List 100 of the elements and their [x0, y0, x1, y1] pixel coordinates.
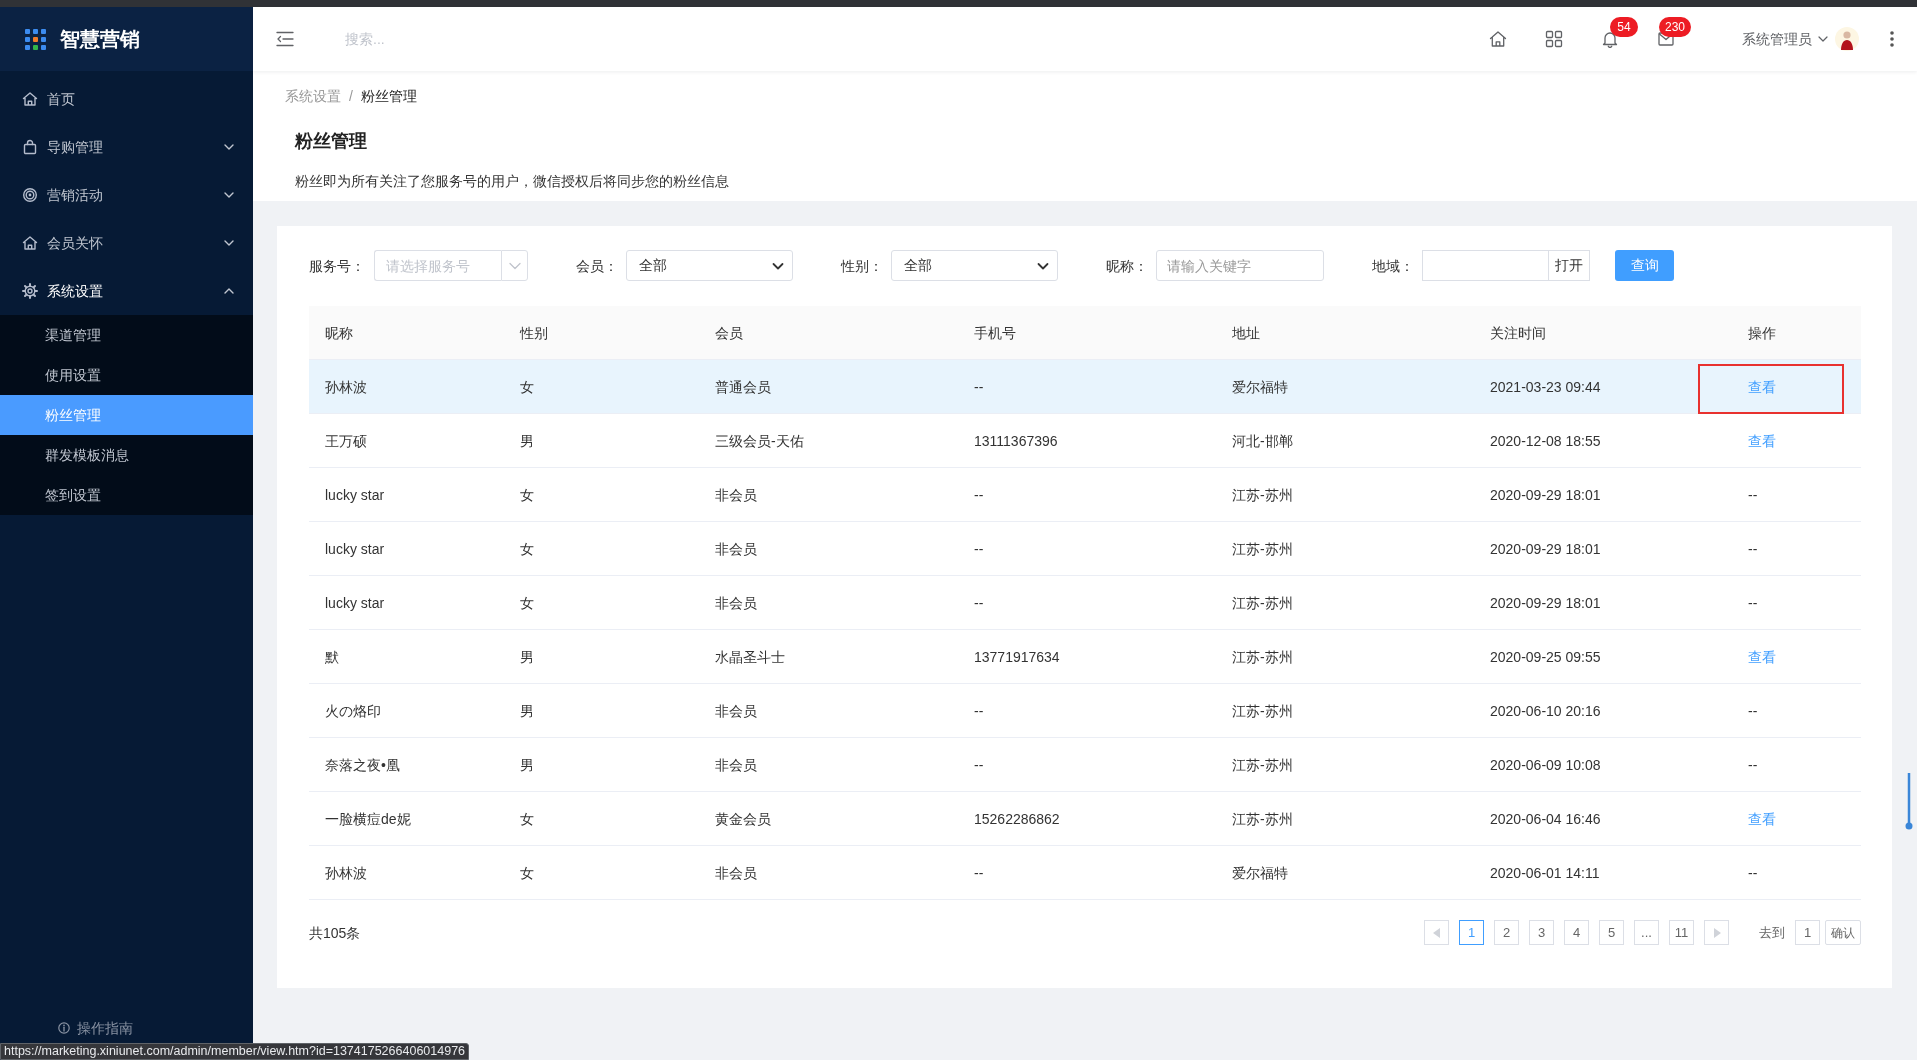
page-button[interactable]: 11: [1669, 920, 1694, 945]
table-cell-text: 非会员: [715, 701, 757, 721]
submenu-item[interactable]: 使用设置: [0, 355, 253, 395]
dropdown-field[interactable]: 全部: [891, 250, 1058, 281]
grid-icon[interactable]: [1545, 30, 1563, 48]
user-name[interactable]: 系统管理员: [1742, 29, 1812, 49]
table-cell-text: --: [974, 701, 984, 721]
column-header: 操作: [1748, 323, 1776, 343]
table-cell-text: --: [1748, 593, 1758, 613]
page-button[interactable]: ...: [1634, 920, 1659, 945]
table-cell-text: 女: [520, 485, 534, 505]
column-header: 昵称: [325, 323, 353, 343]
table-cell-text: --: [974, 755, 984, 775]
submenu-item[interactable]: 群发模板消息: [0, 435, 253, 475]
table-cell-text: 爱尔福特: [1232, 863, 1288, 883]
menu-fold-icon[interactable]: [276, 30, 294, 48]
search-field[interactable]: 搜索...: [345, 24, 565, 54]
message-badge: 230: [1659, 17, 1692, 37]
page-button[interactable]: 2: [1494, 920, 1519, 945]
table-cell-text: 默: [325, 647, 339, 667]
table-cell-text: 江苏-苏州: [1232, 539, 1293, 559]
table-cell-text: 男: [520, 431, 534, 451]
keyword-field[interactable]: 请输入关键字: [1156, 250, 1324, 281]
confirm-button[interactable]: 确认: [1825, 920, 1861, 945]
dropdown-toggle[interactable]: [501, 250, 528, 281]
filter-label: 地域：: [1372, 256, 1415, 276]
gear-icon: [22, 283, 38, 299]
menu-item[interactable]: 首页: [0, 75, 253, 123]
table-cell-text: 2020-06-09 10:08: [1490, 755, 1601, 775]
region-field[interactable]: [1422, 250, 1549, 281]
table-cell-text: 2020-09-25 09:55: [1490, 647, 1601, 667]
bell-icon[interactable]: [1601, 30, 1619, 48]
table-cell-text: lucky star: [325, 539, 385, 559]
table-cell-text: 一脸横痘de妮: [325, 809, 411, 829]
submenu-item[interactable]: 渠道管理: [0, 315, 253, 355]
table-cell-text: 2020-06-04 16:46: [1490, 809, 1601, 829]
table-cell-text: lucky star: [325, 593, 385, 613]
table-cell-text: --: [1748, 485, 1758, 505]
page-button[interactable]: 4: [1564, 920, 1589, 945]
table-cell-text: 非会员: [715, 593, 757, 613]
table-cell-text: 水晶圣斗士: [715, 647, 785, 667]
table-cell-text: 女: [520, 377, 534, 397]
page-button[interactable]: 3: [1529, 920, 1554, 945]
menu-item[interactable]: 系统设置: [0, 267, 253, 315]
table-cell-text: 非会员: [715, 485, 757, 505]
avatar-icon[interactable]: [1835, 27, 1859, 51]
table-cell-text: 女: [520, 593, 534, 613]
table-cell-text: --: [974, 863, 984, 883]
table-cell-text: 江苏-苏州: [1232, 593, 1293, 613]
breadcrumb-current: 粉丝管理: [360, 87, 417, 106]
table-cell-text: 2020-09-29 18:01: [1490, 539, 1601, 559]
table-cell-text: 黄金会员: [715, 809, 771, 829]
column-header: 手机号: [974, 323, 1016, 343]
table-cell-text: 火の烙印: [325, 701, 381, 721]
table-cell-text: 江苏-苏州: [1232, 809, 1293, 829]
table-cell-text: lucky star: [325, 485, 385, 505]
column-header: 会员: [715, 323, 743, 343]
table-cell-text: --: [974, 485, 984, 505]
triangle-left-icon: [1432, 927, 1441, 938]
table-cell-text: 13111367396: [974, 431, 1058, 451]
page-jump-field[interactable]: 1: [1795, 920, 1820, 945]
breadcrumb-separator: /: [349, 87, 353, 106]
service-field[interactable]: 请选择服务号: [374, 250, 501, 281]
table-cell-text: 孙林波: [325, 377, 367, 397]
table-cell-text: 13771917634: [974, 647, 1060, 667]
open-button[interactable]: 打开: [1549, 250, 1590, 281]
home-icon[interactable]: [1489, 30, 1507, 48]
table-cell-text: --: [1748, 755, 1758, 775]
menu-item[interactable]: 会员关怀: [0, 219, 253, 267]
guide-link[interactable]: 操作指南: [77, 1018, 133, 1038]
filter-label: 服务号：: [309, 256, 366, 276]
scrollbar-thumb[interactable]: [1905, 773, 1913, 831]
table-cell-text: 男: [520, 701, 534, 721]
table-cell-text: 15262286862: [974, 809, 1060, 829]
submenu-item[interactable]: 签到设置: [0, 475, 253, 515]
table-cell-text: --: [974, 539, 984, 559]
table-cell-text: 2020-12-08 18:55: [1490, 431, 1601, 451]
menu-item[interactable]: 营销活动: [0, 171, 253, 219]
table-cell-text: 河北-邯郸: [1232, 431, 1293, 451]
page-button[interactable]: 5: [1599, 920, 1624, 945]
column-header: 地址: [1232, 323, 1260, 343]
table-cell-text: 2021-03-23 09:44: [1490, 377, 1601, 397]
table-cell-text: 2020-06-10 20:16: [1490, 701, 1601, 721]
chevron-down-icon[interactable]: [1818, 34, 1828, 44]
page-title: 粉丝管理: [295, 130, 367, 153]
table-cell-text: 2020-09-29 18:01: [1490, 485, 1601, 505]
table-row[interactable]: 孙林波 女 普通会员 -- 爱尔福特 2021-03-23 09:44 查看: [309, 360, 1861, 414]
brand-name: 智慧营销: [60, 27, 140, 52]
total-count: 共105条: [309, 923, 361, 943]
more-vertical-icon[interactable]: [1890, 31, 1894, 47]
page-description: 粉丝即为所有关注了您服务号的用户，微信授权后将同步您的粉丝信息: [295, 172, 729, 191]
table-cell-text: 江苏-苏州: [1232, 647, 1293, 667]
table-cell-text: 非会员: [715, 863, 757, 883]
dropdown-field[interactable]: 全部: [626, 250, 793, 281]
table-cell-text: 奈落之夜•凰: [325, 755, 400, 775]
house-icon: [22, 91, 38, 107]
table-cell-text: 三级会员-天佑: [715, 431, 804, 451]
table-cell-text: 女: [520, 809, 534, 829]
menu-item[interactable]: 导购管理: [0, 123, 253, 171]
table-cell-text: --: [1748, 539, 1758, 559]
